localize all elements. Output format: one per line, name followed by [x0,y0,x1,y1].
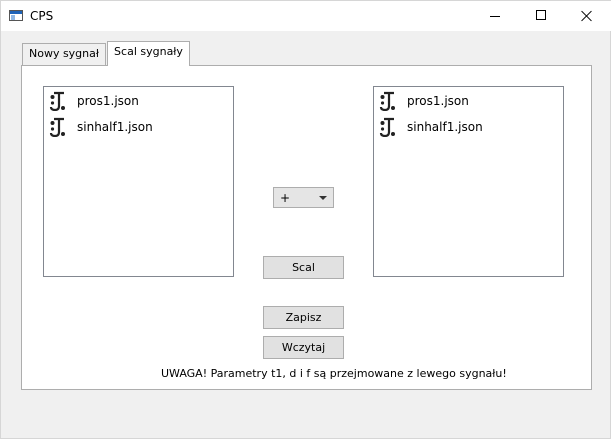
maximize-button[interactable] [518,1,564,31]
chevron-down-icon [319,196,327,200]
maximize-icon [536,10,546,20]
right-signal-list[interactable]: pros1.json sinhalf1.json [373,86,564,277]
signal-file-icon [379,117,395,137]
left-signal-list[interactable]: pros1.json sinhalf1.json [43,86,234,277]
signal-file-icon [49,117,65,137]
close-button[interactable] [564,1,610,31]
save-button[interactable]: Zapisz [263,306,344,329]
list-item[interactable]: pros1.json [44,87,233,113]
app-window-icon [9,10,23,21]
minimize-button[interactable] [472,1,518,31]
list-item-label: sinhalf1.json [77,120,153,134]
warning-text: UWAGA! Parametry t1, d i f są przejmowan… [161,367,507,380]
list-item-label: pros1.json [77,94,139,108]
list-item[interactable]: sinhalf1.json [44,113,233,139]
app-window: CPS Nowy sygnał Scal sygnały pros1.json [0,0,611,439]
list-item-label: sinhalf1.json [407,120,483,134]
close-icon [581,10,593,22]
tab-scal-sygnaly[interactable]: Scal sygnały [107,41,190,66]
list-item-label: pros1.json [407,94,469,108]
tab-nowy-sygnal[interactable]: Nowy sygnał [22,43,106,65]
merge-button[interactable]: Scal [263,256,344,279]
operation-select-value: + [280,191,291,205]
signal-file-icon [49,91,65,111]
list-item[interactable]: pros1.json [374,87,563,113]
minimize-icon [490,16,500,17]
title-bar[interactable]: CPS [1,1,611,31]
load-button[interactable]: Wczytaj [263,336,344,359]
list-item[interactable]: sinhalf1.json [374,113,563,139]
operation-select[interactable]: + [273,187,334,208]
signal-file-icon [379,91,395,111]
window-title: CPS [30,9,54,23]
